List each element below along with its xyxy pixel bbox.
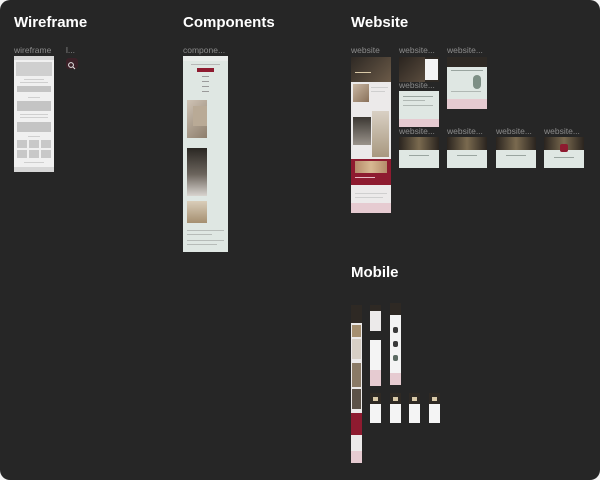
frame-website-7[interactable] (496, 137, 536, 168)
w1-footer (351, 203, 391, 213)
frame-mobile-1[interactable] (351, 305, 362, 463)
frame-website-8[interactable] (544, 137, 584, 168)
wf-block-3 (17, 122, 51, 132)
w1-photo-3 (372, 111, 389, 157)
frame-mobile-8[interactable] (429, 393, 440, 423)
frame-label-website-7[interactable]: website... (496, 126, 532, 136)
frame-label-components[interactable]: compone... (183, 45, 225, 55)
w7-hero (496, 137, 536, 150)
frame-mobile-2[interactable] (370, 305, 381, 331)
w2-hero-img (399, 57, 425, 82)
frame-label-website-2[interactable]: website... (399, 45, 435, 55)
section-title-wireframe: Wireframe (14, 14, 88, 31)
w5-hero (399, 137, 439, 150)
search-icon[interactable] (66, 58, 78, 70)
frame-wireframe[interactable] (14, 56, 54, 172)
section-title-mobile: Mobile (351, 264, 399, 281)
w1-photo-1 (353, 84, 369, 102)
frame-label-wireframe[interactable]: wireframe (14, 45, 51, 55)
frame-mobile-7[interactable] (409, 393, 420, 423)
comp-image-1b (193, 106, 207, 126)
comp-image-2 (187, 148, 207, 196)
wf-block-2 (17, 101, 51, 111)
comp-header-bar (183, 56, 228, 61)
frame-label-website-6[interactable]: website... (447, 126, 483, 136)
frame-label-website-8[interactable]: website... (544, 126, 580, 136)
design-canvas[interactable]: Wireframe wireframe l... Components comp… (0, 0, 600, 480)
frame-website-1[interactable] (351, 57, 391, 213)
w2-modal (425, 59, 438, 80)
w3-footer (447, 99, 487, 109)
w1-feature-img (355, 161, 387, 173)
wf-nav (14, 56, 54, 60)
w6-hero (447, 137, 487, 150)
wf-footer (14, 167, 54, 172)
frame-website-4[interactable] (399, 91, 439, 127)
frame-label-website-5[interactable]: website... (399, 126, 435, 136)
w3-dark-bar (447, 57, 487, 67)
wf-block-1 (17, 86, 51, 92)
frame-website-6[interactable] (447, 137, 487, 168)
section-title-website: Website (351, 14, 409, 31)
frame-mobile-5[interactable] (370, 393, 381, 423)
frame-mobile-4[interactable] (370, 340, 381, 386)
frame-website-2[interactable] (399, 57, 439, 82)
w1-photo-2 (353, 117, 371, 145)
frame-mobile-3[interactable] (390, 303, 401, 385)
w8-badge (560, 144, 568, 152)
w1-hero (351, 57, 391, 82)
w3-illustration (473, 75, 481, 89)
wf-hero (16, 62, 52, 76)
frame-mobile-6[interactable] (390, 393, 401, 423)
frame-label-website-4[interactable]: website... (399, 80, 435, 90)
section-title-components: Components (183, 14, 275, 31)
frame-website-3[interactable] (447, 57, 487, 109)
frame-website-5[interactable] (399, 137, 439, 168)
frame-label-website-3[interactable]: website... (447, 45, 483, 55)
comp-button (197, 68, 214, 72)
comp-image-3 (187, 201, 207, 223)
frame-components[interactable] (183, 56, 228, 252)
frame-label-website-1[interactable]: website (351, 45, 380, 55)
frame-label-wireframe-second[interactable]: l... (66, 45, 75, 55)
